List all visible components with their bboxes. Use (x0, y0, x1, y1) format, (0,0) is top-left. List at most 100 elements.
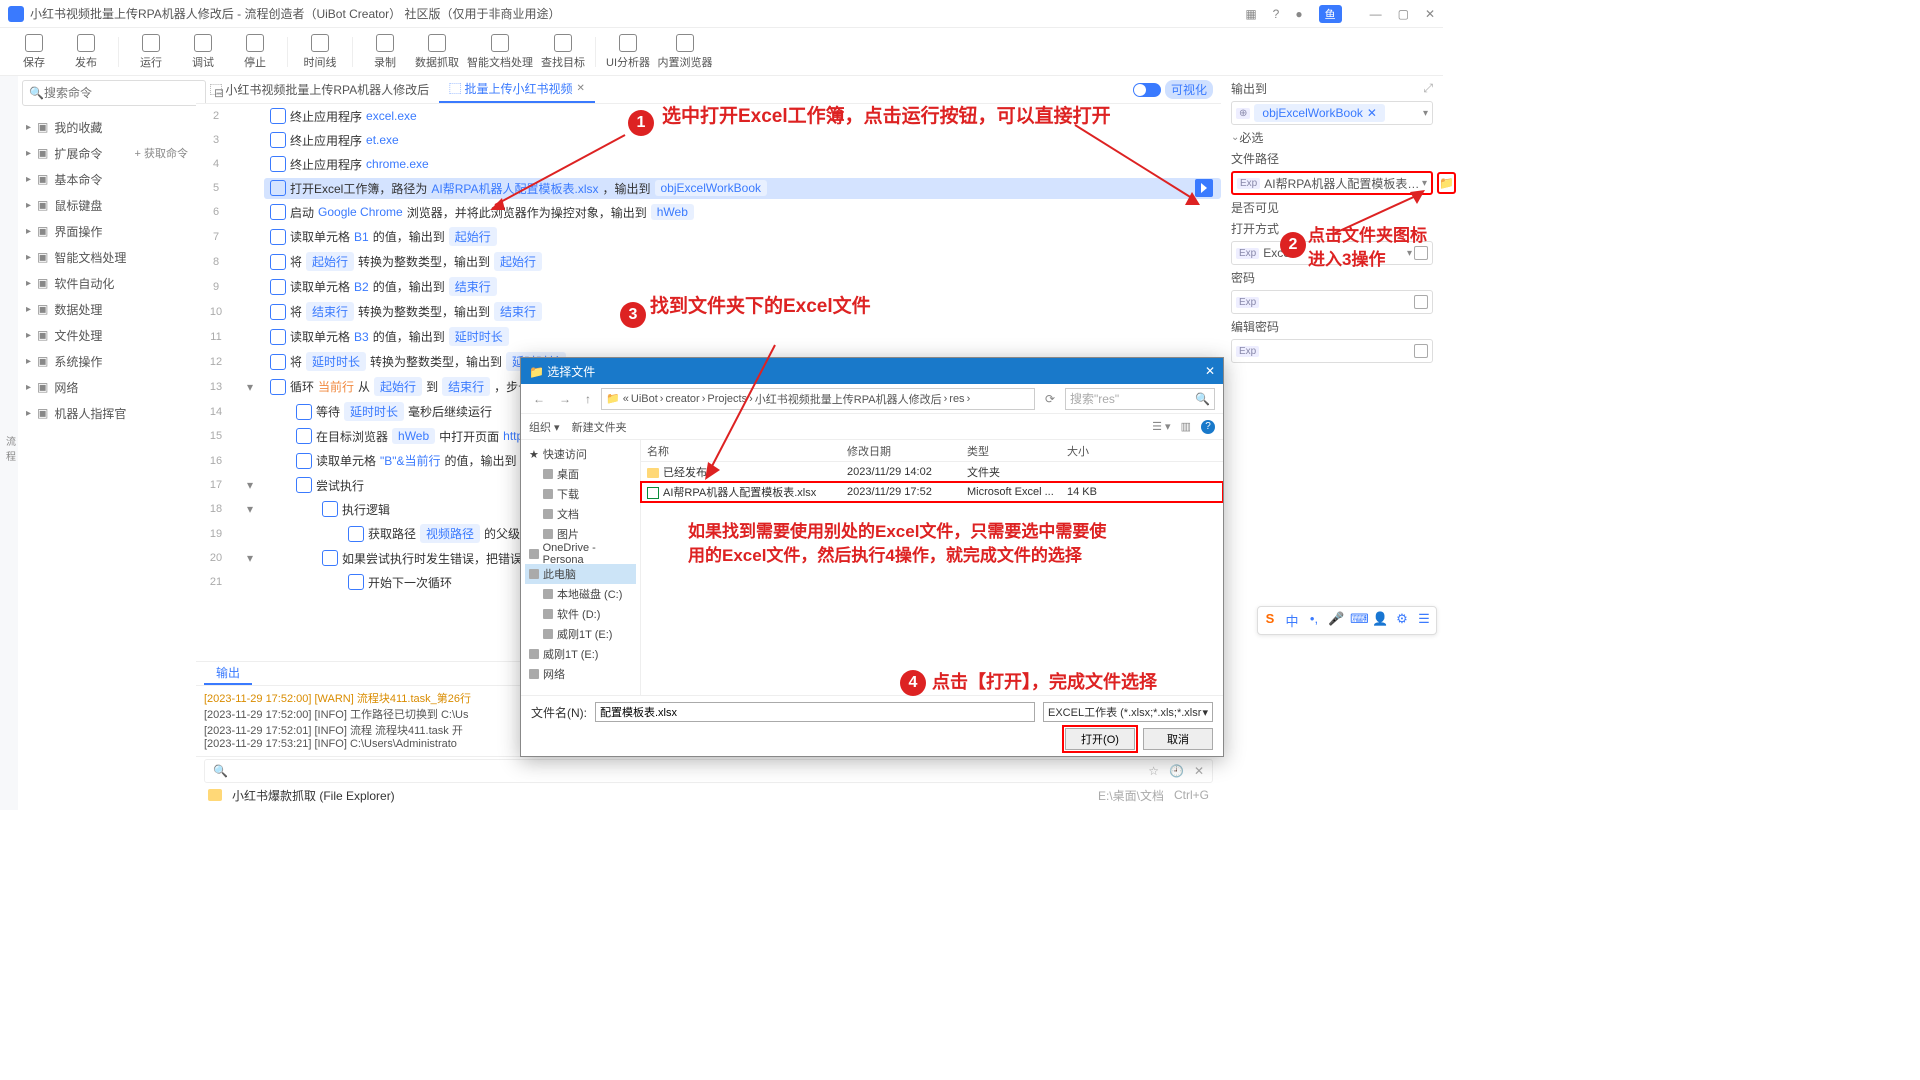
global-search-input[interactable]: 🔍 ☆ 🕘 ✕ (204, 759, 1213, 783)
file-tabs: ⬚ 小红书视频批量上传RPA机器人修改后⬚ 批量上传小红书视频✕ 可视化 (196, 76, 1221, 104)
code-row[interactable]: 6启动 Google Chrome 浏览器，并将此浏览器作为操控对象，输出到 h… (196, 200, 1221, 224)
code-row[interactable]: 8将 起始行 转换为整数类型，输出到 起始行 (196, 249, 1221, 274)
save-button[interactable]: 保存 (10, 31, 58, 73)
tree-item[interactable]: ▸▣机器人指挥官 (18, 400, 196, 426)
newfolder-button[interactable]: 新建文件夹 (572, 419, 627, 435)
file-tab[interactable]: ⬚ 批量上传小红书视频✕ (439, 76, 595, 103)
debug-button[interactable]: 调试 (179, 31, 227, 73)
command-search[interactable]: 🔍 (22, 80, 206, 106)
code-row[interactable]: 3终止应用程序 et.exe (196, 128, 1221, 152)
filename-input[interactable] (595, 702, 1035, 722)
dialog-tree-item[interactable]: 本地磁盘 (C:) (525, 584, 636, 604)
minimize-button[interactable]: — (1370, 7, 1382, 21)
datagrab-button[interactable]: 数据抓取 (413, 31, 461, 73)
cancel-button[interactable]: 取消 (1143, 728, 1213, 750)
lock-icon (1414, 295, 1428, 309)
tree-item[interactable]: ▸▣文件处理 (18, 322, 196, 348)
preview-pane[interactable]: ▥ (1181, 420, 1191, 434)
clear-icon[interactable]: ✕ (1194, 764, 1204, 778)
dialog-tree-item[interactable]: 桌面 (525, 464, 636, 484)
dialog-tree-item[interactable]: 此电脑 (525, 564, 636, 584)
tree-item[interactable]: ▸▣我的收藏 (18, 114, 196, 140)
dialog-tree-item[interactable]: 图片 (525, 524, 636, 544)
open-button[interactable]: 打开(O) (1065, 728, 1135, 750)
tree-item[interactable]: ▸▣智能文档处理 (18, 244, 196, 270)
organize-menu[interactable]: 组织 ▾ (529, 419, 560, 435)
annotation-3: 3 (620, 302, 646, 328)
dialog-search[interactable]: 搜索"res"🔍 (1065, 388, 1215, 410)
publish-button[interactable]: 发布 (62, 31, 110, 73)
command-tree-pane: 🔍 ⊟ ▸▣我的收藏▸▣扩展命令+ 获取命令▸▣基本命令▸▣鼠标键盘▸▣界面操作… (18, 76, 196, 810)
dialog-close[interactable]: ✕ (1205, 364, 1215, 378)
dialog-tree-item[interactable]: 下载 (525, 484, 636, 504)
smartdoc-button[interactable]: 智能文档处理 (465, 31, 535, 73)
annotation-1-text: 选中打开Excel工作簿，点击运行按钮，可以直接打开 (662, 104, 1111, 131)
nav-up[interactable]: ↑ (581, 392, 595, 406)
run-button[interactable]: 运行 (127, 31, 175, 73)
code-row[interactable]: 7读取单元格 B1 的值，输出到 起始行 (196, 224, 1221, 249)
uianalyzer-button[interactable]: UI分析器 (604, 31, 652, 73)
dialog-tree-item[interactable]: 软件 (D:) (525, 604, 636, 624)
timeline-button[interactable]: 时间线 (296, 31, 344, 73)
view-mode[interactable]: ☰ ▾ (1152, 420, 1170, 434)
tree-item[interactable]: ▸▣扩展命令+ 获取命令 (18, 140, 196, 166)
dialog-tree-item[interactable]: ★快速访问 (525, 444, 636, 464)
record-button[interactable]: 录制 (361, 31, 409, 73)
folder-icon: 📁 (1439, 176, 1454, 190)
tree-item[interactable]: ▸▣软件自动化 (18, 270, 196, 296)
dialog-tree-item[interactable]: 文档 (525, 504, 636, 524)
code-row[interactable]: 4终止应用程序 chrome.exe (196, 152, 1221, 176)
filetype-select[interactable]: EXCEL工作表 (*.xlsx;*.xls;*.xlsr▾ (1043, 702, 1213, 722)
output-variable[interactable]: ⊕objExcelWorkBook ✕▾ (1231, 101, 1433, 125)
result-label[interactable]: 小红书爆款抓取 (File Explorer) (232, 787, 395, 804)
tree-item[interactable]: ▸▣网络 (18, 374, 196, 400)
nav-refresh[interactable]: ⟳ (1041, 392, 1059, 406)
annotation-2: 2 (1280, 232, 1306, 258)
properties-pane: 输出到⤢ ⊕objExcelWorkBook ✕▾ ⌄必选 文件路径 ExpAI… (1227, 76, 1437, 810)
annotation-1: 1 (628, 110, 654, 136)
ime-toolbar[interactable]: S中•,🎤⌨👤⚙☰ (1257, 606, 1437, 635)
vtab-flow[interactable]: 流程 (4, 429, 18, 467)
tree-item[interactable]: ▸▣鼠标键盘 (18, 192, 196, 218)
file-item[interactable]: AI帮RPA机器人配置模板表.xlsx2023/11/29 17:52Micro… (641, 482, 1223, 502)
title-bar: 小红书视频批量上传RPA机器人修改后 - 流程创造者（UiBot Creator… (0, 0, 1443, 28)
dialog-tree-item[interactable]: OneDrive - Persona (525, 544, 636, 564)
breadcrumb[interactable]: 📁 « UiBot › creator › Projects › 小红书视频批量… (601, 388, 1035, 410)
search-icon: 🔍 (29, 86, 44, 100)
output-tab[interactable]: 输出 (204, 662, 252, 685)
nav-fwd[interactable]: → (555, 392, 575, 406)
window-title: 小红书视频批量上传RPA机器人修改后 - 流程创造者（UiBot Creator… (30, 5, 1245, 22)
dialog-tree-item[interactable]: 网络 (525, 664, 636, 684)
expand-icon[interactable]: ⤢ (1423, 81, 1433, 96)
findtarget-button[interactable]: 查找目标 (539, 31, 587, 73)
password-input[interactable]: Exp (1231, 290, 1433, 314)
tree-item[interactable]: ▸▣系统操作 (18, 348, 196, 374)
annotation-4-text: 点击【打开】，完成文件选择 (932, 670, 1157, 695)
stop-button[interactable]: 停止 (231, 31, 279, 73)
visual-toggle[interactable]: 可视化 (1133, 80, 1213, 99)
code-row[interactable]: 5打开Excel工作簿，路径为 AI帮RPA机器人配置模板表.xlsx，输出到 … (196, 176, 1221, 200)
dialog-tree[interactable]: ★快速访问桌面下载文档图片OneDrive - Persona此电脑本地磁盘 (… (521, 440, 641, 695)
user-badge[interactable]: 鱼 (1319, 5, 1342, 23)
grid-icon[interactable]: ▦ (1245, 7, 1256, 21)
tree-item[interactable]: ▸▣基本命令 (18, 166, 196, 192)
nav-back[interactable]: ← (529, 392, 549, 406)
tree-item[interactable]: ▸▣数据处理 (18, 296, 196, 322)
star-icon[interactable]: ☆ (1148, 764, 1159, 778)
clock-icon[interactable]: 🕘 (1169, 764, 1184, 778)
app-logo (8, 6, 24, 22)
dialog-tree-item[interactable]: 威刚1T (E:) (525, 644, 636, 664)
dialog-help[interactable]: ? (1201, 420, 1215, 434)
annotation-3-text: 找到文件夹下的Excel文件 (650, 294, 871, 321)
close-button[interactable]: ✕ (1425, 7, 1435, 21)
search-input[interactable] (44, 86, 199, 100)
dialog-tree-item[interactable]: 威刚1T (E:) (525, 624, 636, 644)
tree-item[interactable]: ▸▣界面操作 (18, 218, 196, 244)
help-icon[interactable]: ? (1273, 7, 1280, 21)
browse-folder-button[interactable]: 📁 (1437, 172, 1456, 194)
browser-button[interactable]: 内置浏览器 (656, 31, 714, 73)
edit-password-input[interactable]: Exp (1231, 339, 1433, 363)
maximize-button[interactable]: ▢ (1398, 7, 1409, 21)
file-tab[interactable]: ⬚ 小红书视频批量上传RPA机器人修改后 (200, 76, 439, 103)
annotation-4: 4 (900, 670, 926, 696)
